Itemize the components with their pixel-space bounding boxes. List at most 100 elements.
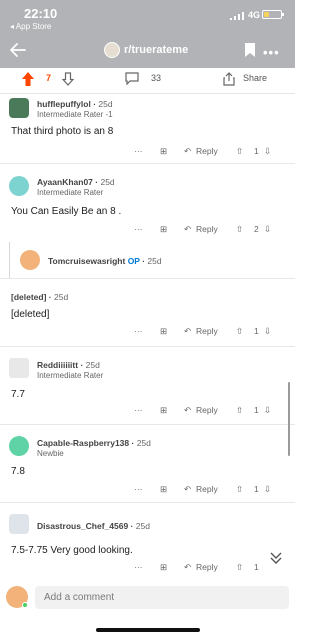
comment-icon[interactable] bbox=[125, 72, 139, 85]
comment: Capable-Raspberry138 · 25d Newbie 7.8 ··… bbox=[0, 430, 295, 503]
divider bbox=[0, 346, 295, 347]
award-icon[interactable]: ⊞ bbox=[160, 484, 167, 495]
comment-body: 7.7 bbox=[11, 389, 25, 400]
comment-username[interactable]: AyaanKhan07 · 25d bbox=[37, 177, 115, 187]
reply-icon[interactable]: ↶ bbox=[184, 224, 191, 235]
comment-composer: Add a comment bbox=[0, 582, 295, 614]
more-actions-button[interactable]: ··· bbox=[134, 326, 143, 336]
reply-icon[interactable]: ↶ bbox=[184, 326, 191, 337]
user-avatar[interactable] bbox=[9, 514, 29, 534]
more-actions-button[interactable]: ··· bbox=[134, 484, 143, 494]
subreddit-avatar[interactable] bbox=[104, 42, 120, 58]
post-action-bar: 7 33 Share bbox=[0, 68, 295, 94]
share-label[interactable]: Share bbox=[243, 73, 267, 83]
comment-count: 33 bbox=[151, 73, 162, 83]
upvote-icon[interactable] bbox=[22, 72, 34, 86]
comment-body: 7.5-7.75 Very good looking. bbox=[11, 545, 133, 556]
top-header: 22:10 ◂ App Store 4G r/truerateme ••• bbox=[0, 0, 295, 68]
user-avatar[interactable] bbox=[20, 250, 40, 270]
comment-actions: ··· ⊞ ↶ Reply ⇧ 1 ⇩ bbox=[0, 482, 295, 498]
comment-actions: ··· ⊞ ↶ Reply ⇧ 1 ⇩ bbox=[0, 403, 295, 419]
downvote-icon[interactable] bbox=[62, 72, 74, 86]
reply-icon[interactable]: ↶ bbox=[184, 146, 191, 157]
thread-line bbox=[9, 242, 10, 278]
more-actions-button[interactable]: ··· bbox=[134, 224, 143, 234]
reply-icon[interactable]: ↶ bbox=[184, 562, 191, 573]
user-avatar[interactable] bbox=[9, 98, 29, 118]
award-icon[interactable]: ⊞ bbox=[160, 224, 167, 235]
comment-username[interactable]: hufflepuffylol · 25d bbox=[37, 99, 113, 109]
user-avatar[interactable] bbox=[9, 436, 29, 456]
reply-button[interactable]: Reply bbox=[196, 484, 218, 494]
comment-actions: ··· ⊞ ↶ Reply ⇧ 1 ⇩ bbox=[0, 324, 295, 340]
downvote-icon[interactable]: ⇩ bbox=[264, 405, 271, 416]
award-icon[interactable]: ⊞ bbox=[160, 146, 167, 157]
scrollbar[interactable] bbox=[288, 382, 290, 456]
vote-count: 2 bbox=[254, 224, 259, 234]
upvote-icon[interactable]: ⇧ bbox=[236, 405, 243, 416]
reply-icon[interactable]: ↶ bbox=[184, 405, 191, 416]
collapsed-reply[interactable]: Tomcruisewasright OP · 25d bbox=[0, 242, 295, 279]
comment-body: That third photo is an 8 bbox=[11, 126, 114, 137]
signal-icon bbox=[230, 12, 244, 20]
reply-icon[interactable]: ↶ bbox=[184, 484, 191, 495]
downvote-icon[interactable]: ⇩ bbox=[264, 326, 271, 337]
comment-body: [deleted] bbox=[11, 309, 50, 320]
bookmark-icon[interactable] bbox=[244, 42, 256, 58]
back-arrow-icon[interactable] bbox=[8, 40, 28, 60]
award-icon[interactable]: ⊞ bbox=[160, 405, 167, 416]
upvote-icon[interactable]: ⇧ bbox=[236, 224, 243, 235]
upvote-icon[interactable]: ⇧ bbox=[236, 146, 243, 157]
comment-body: 7.8 bbox=[11, 466, 25, 477]
comment-username[interactable]: Disastrous_Chef_4569 · 25d bbox=[37, 521, 150, 531]
comment-actions: ··· ⊞ ↶ Reply ⇧ 2 ⇩ bbox=[0, 222, 295, 238]
user-flair: Intermediate Rater -1 bbox=[37, 110, 113, 119]
comment: Reddiiiiiitt · 25d Intermediate Rater 7.… bbox=[0, 352, 295, 425]
more-options-button[interactable]: ••• bbox=[263, 45, 280, 60]
vote-count: 1 bbox=[254, 562, 259, 572]
award-icon[interactable]: ⊞ bbox=[160, 326, 167, 337]
comment-username[interactable]: Capable-Raspberry138 · 25d bbox=[37, 438, 151, 448]
divider bbox=[0, 502, 295, 503]
post-score: 7 bbox=[46, 73, 52, 83]
vote-count: 1 bbox=[254, 146, 259, 156]
reply-button[interactable]: Reply bbox=[196, 146, 218, 156]
reply-button[interactable]: Reply bbox=[196, 326, 218, 336]
upvote-icon[interactable]: ⇧ bbox=[236, 484, 243, 495]
comment: hufflepuffylol · 25d Intermediate Rater … bbox=[0, 94, 295, 164]
user-avatar[interactable] bbox=[9, 176, 29, 196]
vote-count: 1 bbox=[254, 405, 259, 415]
add-comment-input[interactable]: Add a comment bbox=[35, 586, 289, 609]
user-avatar[interactable] bbox=[9, 358, 29, 378]
comment-username[interactable]: Tomcruisewasright OP · 25d bbox=[48, 256, 162, 266]
comment-body: You Can Easily Be an 8 . bbox=[11, 206, 122, 217]
divider bbox=[0, 278, 295, 279]
reply-button[interactable]: Reply bbox=[196, 405, 218, 415]
comment: AyaanKhan07 · 25d Intermediate Rater You… bbox=[0, 168, 295, 240]
back-to-app-link[interactable]: ◂ App Store bbox=[10, 22, 51, 31]
comment-actions: ··· ⊞ ↶ Reply ⇧ 1 ⇩ bbox=[0, 144, 295, 160]
comment-actions: ··· ⊞ ↶ Reply ⇧ 1 bbox=[0, 560, 295, 576]
user-flair: Intermediate Rater bbox=[37, 188, 104, 197]
reply-button[interactable]: Reply bbox=[196, 224, 218, 234]
chevron-double-down-icon[interactable] bbox=[268, 550, 284, 566]
more-actions-button[interactable]: ··· bbox=[134, 405, 143, 415]
comment: [deleted] · 25d [deleted] ··· ⊞ ↶ Reply … bbox=[0, 284, 295, 347]
upvote-icon[interactable]: ⇧ bbox=[236, 326, 243, 337]
status-bar: 22:10 ◂ App Store 4G bbox=[0, 0, 295, 34]
nav-bar: r/truerateme ••• bbox=[0, 34, 295, 68]
divider bbox=[0, 163, 295, 164]
divider bbox=[0, 424, 295, 425]
home-indicator[interactable] bbox=[96, 628, 200, 632]
downvote-icon[interactable]: ⇩ bbox=[264, 224, 271, 235]
reply-button[interactable]: Reply bbox=[196, 562, 218, 572]
subreddit-name[interactable]: r/truerateme bbox=[124, 44, 188, 56]
comment-username[interactable]: Reddiiiiiitt · 25d bbox=[37, 360, 100, 370]
downvote-icon[interactable]: ⇩ bbox=[264, 484, 271, 495]
award-icon[interactable]: ⊞ bbox=[160, 562, 167, 573]
more-actions-button[interactable]: ··· bbox=[134, 562, 143, 572]
upvote-icon[interactable]: ⇧ bbox=[236, 562, 243, 573]
more-actions-button[interactable]: ··· bbox=[134, 146, 143, 156]
downvote-icon[interactable]: ⇩ bbox=[264, 146, 271, 157]
share-icon[interactable] bbox=[223, 72, 235, 86]
